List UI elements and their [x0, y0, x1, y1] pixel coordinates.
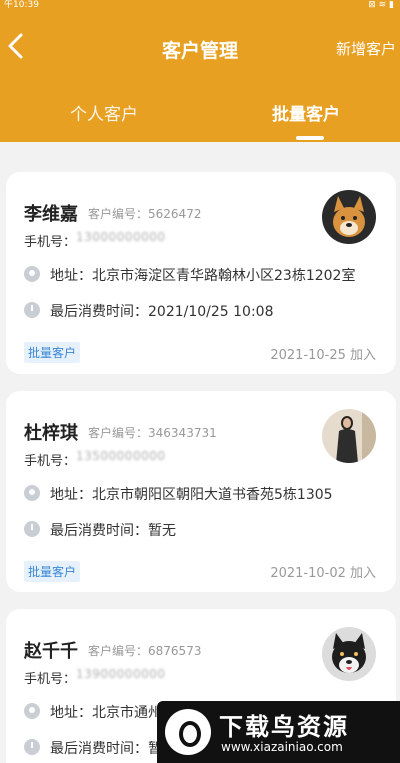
customer-card[interactable]: 李维嘉 客户编号：5626472 手机号： 13000000000 地址：北京市…	[6, 172, 396, 374]
status-icons: ⊠ ≋ ▮	[368, 0, 394, 10]
customer-address: 地址：北京市朝阳区朝阳大道书香苑5栋1305	[50, 487, 333, 503]
customer-code: 客户编号：5626472	[88, 207, 202, 221]
customer-code: 客户编号：346343731	[88, 426, 217, 440]
avatar	[322, 627, 376, 681]
clock-icon	[24, 521, 40, 537]
watermark-title: 下载鸟资源	[219, 713, 349, 741]
phone-number: 13500000000	[76, 449, 166, 463]
bird-logo-icon	[165, 709, 211, 755]
customer-type-badge: 批量客户	[24, 342, 81, 363]
join-date: 2021-10-02 加入	[270, 566, 376, 581]
site-watermark: 下载鸟资源 www.xiazainiao.com	[157, 701, 400, 763]
last-consume-time: 最后消费时间：暂	[50, 741, 162, 757]
status-time: 午10:39	[4, 0, 39, 10]
customer-address: 地址：北京市海淀区青华路翰林小区23栋1202室	[50, 268, 356, 284]
location-icon	[24, 266, 40, 282]
tab-batch-customers[interactable]: 批量客户	[272, 100, 340, 125]
status-bar: 午10:39 ⊠ ≋ ▮	[0, 0, 400, 10]
clock-icon	[24, 739, 40, 755]
customer-name: 赵千千	[24, 641, 78, 662]
join-date: 2021-10-25 加入	[270, 348, 376, 363]
customer-address: 地址：北京市通州	[50, 705, 162, 721]
clock-icon	[24, 302, 40, 318]
phone-label: 手机号：	[24, 235, 77, 250]
customer-name: 李维嘉	[24, 204, 78, 225]
customer-code: 客户编号：6876573	[88, 644, 202, 658]
add-customer-button[interactable]: 新增客户	[336, 38, 396, 59]
app-header: 客户管理 新增客户 个人客户 批量客户	[0, 10, 400, 142]
customer-name: 杜梓琪	[24, 423, 78, 444]
avatar	[322, 190, 376, 244]
avatar	[322, 409, 376, 463]
phone-number: 13000000000	[76, 230, 166, 244]
phone-label: 手机号：	[24, 672, 77, 687]
location-icon	[24, 703, 40, 719]
watermark-url: www.xiazainiao.com	[221, 740, 343, 754]
active-tab-indicator	[296, 136, 324, 140]
phone-number: 13900000000	[76, 667, 166, 681]
last-consume-time: 最后消费时间：2021/10/25 10:08	[50, 304, 274, 320]
location-icon	[24, 485, 40, 501]
last-consume-time: 最后消费时间：暂无	[50, 523, 176, 539]
customer-type-badge: 批量客户	[24, 561, 81, 582]
customer-card[interactable]: 杜梓琪 客户编号：346343731 手机号： 13500000000 地址：北…	[6, 391, 396, 592]
phone-label: 手机号：	[24, 454, 77, 469]
tab-personal-customers[interactable]: 个人客户	[70, 100, 138, 125]
